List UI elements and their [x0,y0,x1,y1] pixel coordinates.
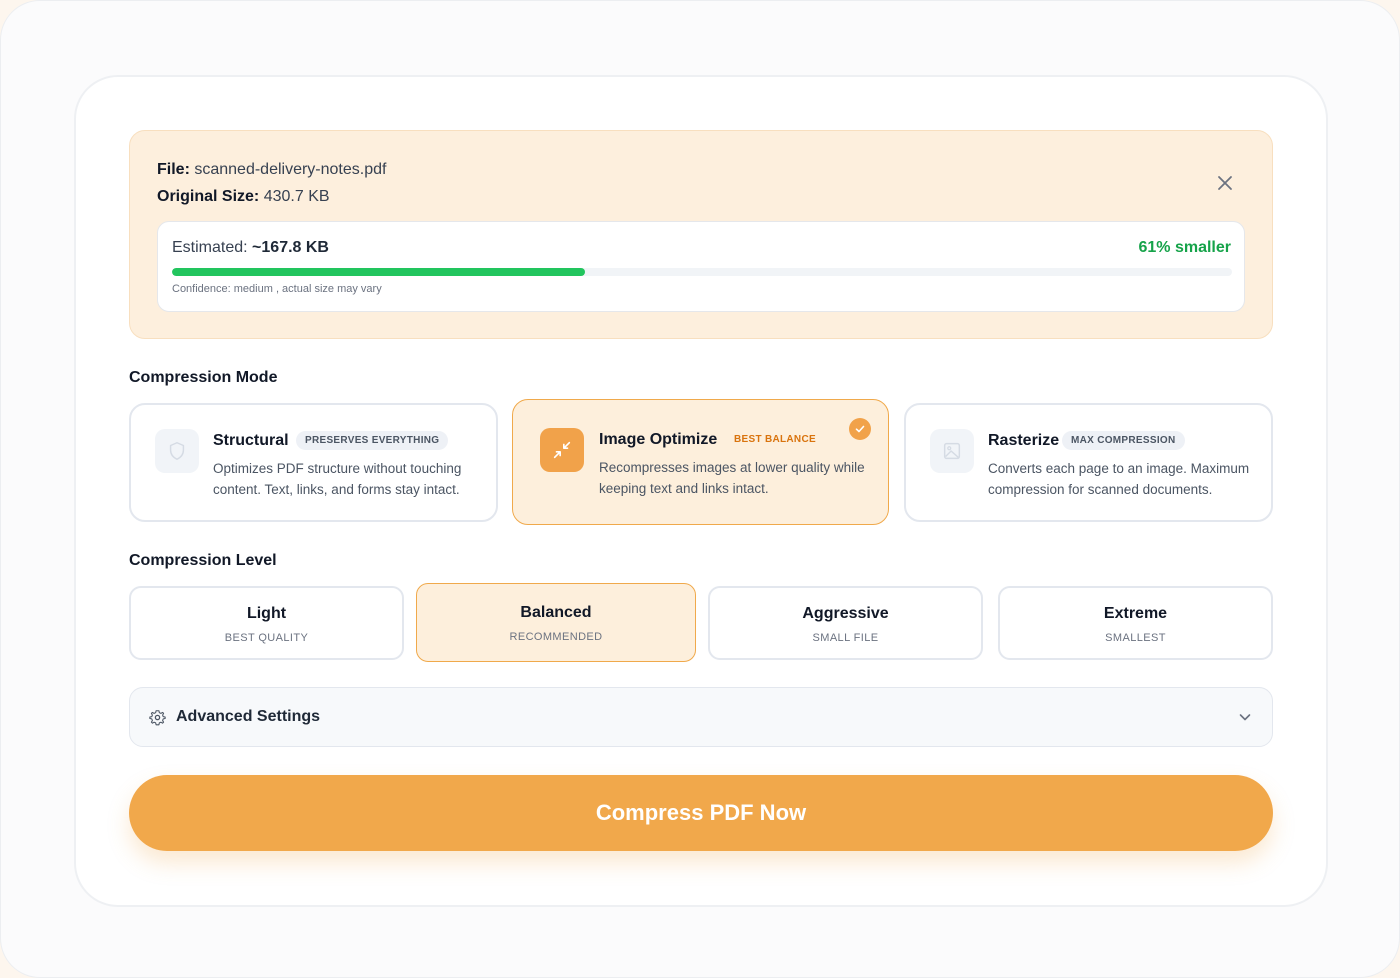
level-subtitle: BEST QUALITY [224,632,309,644]
level-subtitle: RECOMMENDED [509,631,603,643]
chevron-down-icon [1239,714,1251,721]
original-size-value: 430.7 KB [263,188,330,205]
selected-indicator [849,418,871,440]
mode-description: Optimizes PDF structure without touching… [213,461,462,497]
image-icon [943,442,961,460]
level-title: Light [246,605,287,622]
mode-title: Image Optimize [599,431,718,448]
level-title: Extreme [1103,605,1168,622]
level-title: Aggressive [802,605,889,622]
advanced-settings-toggle[interactable]: Advanced Settings [129,687,1273,747]
level-subtitle: SMALL FILE [812,632,879,644]
mode-title: Rasterize [988,432,1060,449]
level-subtitle: SMALLEST [1105,632,1166,644]
compression-mode-title: Compression Mode [129,369,278,386]
remove-file-button[interactable] [1214,172,1236,194]
shield-icon [169,442,185,460]
estimate-progress-fill [172,268,586,276]
check-icon [855,425,865,433]
original-size-row: Original Size: 430.7 KB [157,188,330,206]
mode-icon-box [155,429,199,473]
level-option-balanced[interactable]: Balanced RECOMMENDED [416,583,696,662]
gear-icon [149,710,166,726]
mode-icon-box [540,428,584,472]
file-name-row: File: scanned-delivery-notes.pdf [157,161,386,179]
mode-icon-box [930,429,974,473]
estimate-progress-bar [172,268,1232,276]
confidence-note: Confidence: medium , actual size may var… [172,283,382,295]
mode-card-image-optimize[interactable]: Image Optimize BEST BALANCE Recompresses… [512,399,889,525]
mode-description: Recompresses images at lower quality whi… [599,460,865,496]
estimate-box: Estimated: ~167.8 KB 61% smaller Confide… [157,221,1245,312]
file-name-label: File: [157,161,190,178]
mode-title: Structural [213,432,289,449]
mode-card-rasterize[interactable]: Rasterize MAX COMPRESSION Converts each … [904,403,1273,522]
original-size-label: Original Size: [157,188,260,205]
mode-badge: BEST BALANCE [734,434,816,445]
mode-badge: PRESERVES EVERYTHING [296,431,449,450]
compress-arrows-icon [553,441,571,459]
mode-badge: MAX COMPRESSION [1062,431,1185,450]
file-info-panel: File: scanned-delivery-notes.pdf Origina… [129,130,1273,339]
compression-level-title: Compression Level [129,552,277,569]
file-name: scanned-delivery-notes.pdf [194,161,387,178]
mode-description: Converts each page to an image. Maximum … [988,461,1250,497]
reduction-percent: 61% smaller [1138,239,1231,256]
compress-pdf-button[interactable]: Compress PDF Now [129,775,1273,851]
level-title: Balanced [520,604,592,621]
estimated-label: Estimated: [172,239,248,256]
close-icon [1218,176,1232,190]
mode-card-structural[interactable]: Structural PRESERVES EVERYTHING Optimize… [129,403,498,522]
estimated-value: ~167.8 KB [252,239,329,256]
advanced-settings-label: Advanced Settings [176,708,321,725]
level-option-extreme[interactable]: Extreme SMALLEST [998,586,1273,660]
page-background: File: scanned-delivery-notes.pdf Origina… [0,0,1400,978]
level-option-aggressive[interactable]: Aggressive SMALL FILE [708,586,983,660]
level-option-light[interactable]: Light BEST QUALITY [129,586,404,660]
estimated-size: Estimated: ~167.8 KB [172,239,329,257]
